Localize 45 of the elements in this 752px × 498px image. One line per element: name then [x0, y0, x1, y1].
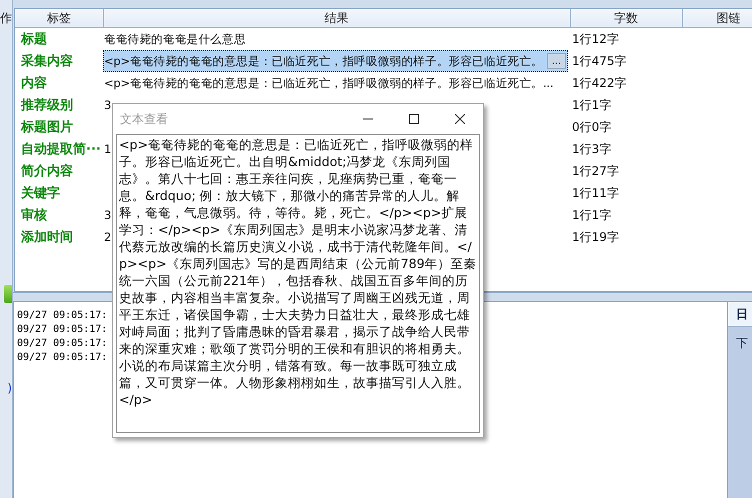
column-header[interactable]: 图链 — [682, 9, 752, 28]
panel-title: 日 — [736, 306, 748, 322]
field-label: 推荐级别 — [20, 97, 74, 115]
log-line: 09/27 09:05:17: — [17, 338, 108, 349]
selected-cell[interactable]: <p>奄奄待毙的奄奄的意思是：已临近死亡，指呼吸微弱的样子。形容已临近死亡。 ... — [103, 50, 568, 72]
column-header[interactable]: 字数 — [570, 9, 682, 28]
field-label: 添加时间 — [20, 229, 74, 247]
result-text: <p>奄奄待毙的奄奄的意思是：已临近死亡，指呼吸微弱的样子。形容已临近死亡。 — [104, 54, 543, 68]
count-text: 1行11字 — [571, 184, 620, 202]
count-text: 1行475字 — [571, 52, 628, 70]
field-label: 标题图片 — [20, 119, 74, 137]
edit-button[interactable]: ... — [546, 53, 566, 69]
field-label: 标题 — [15, 28, 103, 50]
result-text: 1 — [104, 142, 112, 156]
close-icon — [455, 114, 465, 124]
column-header[interactable]: 结果 — [103, 9, 570, 28]
count-text: 1行3字 — [571, 140, 612, 158]
log-line: 09/27 09:05:17: — [17, 324, 108, 335]
count-text: 1行1字 — [571, 206, 612, 224]
panel-text: 下 — [735, 335, 749, 352]
column-header[interactable]: 标签 — [15, 9, 103, 28]
result-text: 3 — [104, 98, 112, 112]
result-text: 奄奄待毙的奄奄是什么意思 — [104, 32, 246, 46]
count-text: 1行1字 — [571, 96, 612, 114]
count-text: 1行422字 — [571, 74, 628, 92]
field-label: 内容 — [15, 72, 103, 94]
field-label: 自动提取简··· — [20, 141, 102, 159]
toolbar-label: 作 — [0, 10, 12, 27]
result-text: 3 — [104, 208, 112, 222]
content-text: <p>奄奄待毙的奄奄的意思是：已临近死亡，指呼吸微弱的样子。形容已临近死亡。出自明&middot;冯梦龙《东周列国志》。第八十七回：惠王亲往问疾，见痤病势已重，奄奄一息。&rdquo; 例：放大镜下，那微小的痛苦异常的人儿。解释，奄奄，气息微弱。待，等待。毙，死亡。</p><p>扩展学习：</p><p>《东周列国志》是明末小说家冯梦龙著、清代蔡元放改编的长篇历史演义小说，成书于清代乾隆年间。</p><p>《东周列国志》写的是西周结束（公元前789年）至秦统一六国（公元前221年），包括春秋、战国五百多年间的历史故事，内容相当丰富复杂。小说描写了周幽王凶残无道，周平王东迁，诸侯国争霸，士大夫势力日益壮大，最终形成七雄对峙局面；批判了昏庸愚昧的昏君暴君，揭示了战争给人民带来的深重灾难；歌颂了赏罚分明的王侯和有胆识的将相勇夫。小说的布局谋篇主次分明，错落有致。每一故事既可独立成篇，又可贯穿一体。人物形象栩栩如生，故事描写引人入胜。</p> — [119, 136, 477, 408]
log-line: 09/27 09:05:17: — [17, 352, 108, 363]
count-text: 1行12字 — [570, 28, 682, 50]
toolbar-mark: ) — [7, 381, 12, 395]
field-label: 采集内容 — [15, 50, 103, 72]
result-text: <p>奄奄待毙的奄奄的意思是：已临近死亡，指呼吸微弱的样子。形容已临近死亡。... — [104, 76, 554, 90]
field-label: 简介内容 — [20, 162, 74, 181]
result-text: 2 — [104, 230, 112, 244]
count-text: 1行27字 — [571, 162, 620, 180]
count-text: 1行19字 — [571, 228, 620, 246]
field-label: 审核 — [20, 206, 48, 225]
maximize-icon — [409, 114, 419, 124]
log-line: 09/27 09:05:17: — [17, 310, 108, 321]
dialog-title: 文本查看 — [120, 110, 169, 128]
field-label: 关键字 — [20, 184, 61, 203]
count-text: 0行0字 — [571, 118, 612, 136]
